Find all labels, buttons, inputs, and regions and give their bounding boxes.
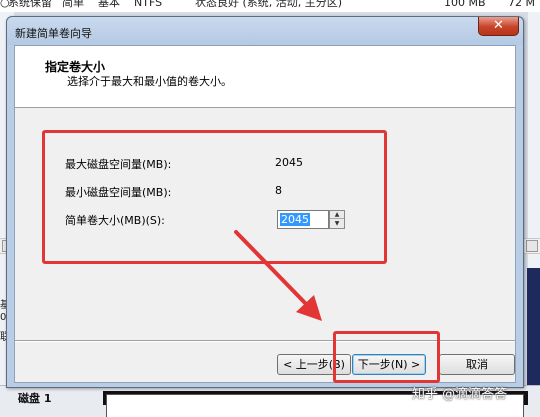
volume-name: 系统保留 (8, 0, 52, 9)
annotation-box-next (333, 331, 440, 383)
volume-layout: 简单 (62, 0, 84, 9)
dialog-titlebar[interactable]: 新建简单卷向导 ✕ (7, 17, 523, 45)
volume-filesystem: NTFS (134, 0, 163, 9)
cancel-button[interactable]: 取消 (439, 354, 515, 375)
background-volume-row: ○ 系统保留 简单 基本 NTFS 状态良好 (系统, 活动, 主分区) 100… (0, 0, 540, 12)
watermark: 知乎 @滴滴答答 (412, 387, 508, 402)
volume-status: 状态良好 (系统, 活动, 主分区) (195, 0, 343, 9)
scroll-right-button[interactable] (526, 240, 538, 252)
volume-free-space: 72 M (508, 0, 535, 9)
partition-bar (527, 268, 540, 388)
wizard-header: 指定卷大小 选择介于最大和最小值的卷大小。 (15, 46, 515, 108)
close-icon: ✕ (493, 18, 504, 33)
dialog-title: 新建简单卷向导 (15, 27, 92, 40)
wizard-step-subtitle: 选择介于最大和最小值的卷大小。 (67, 75, 232, 88)
volume-capacity: 100 MB (444, 0, 486, 9)
annotation-box-fields (42, 130, 387, 264)
volume-type: 基本 (98, 0, 120, 9)
footer-divider (15, 340, 515, 342)
close-button[interactable]: ✕ (478, 17, 519, 36)
disk-label: 磁盘 1 (18, 392, 52, 405)
